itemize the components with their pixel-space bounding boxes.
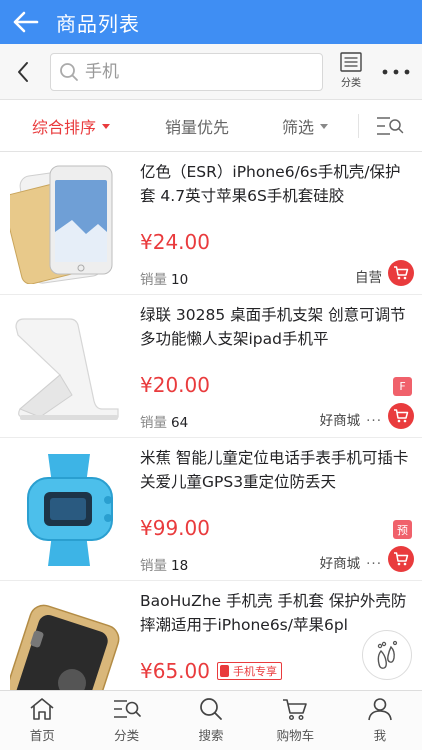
sales-label: 销量 [140,415,167,431]
sales-count: 10 [171,272,189,288]
caret-down-icon [102,123,111,129]
sort-composite-label: 综合排序 [32,118,97,137]
filter-button[interactable]: 筛选 [282,100,329,152]
sales-count: 64 [171,415,189,431]
shop-name: 自营 [355,266,382,286]
footprint-button[interactable] [362,630,412,680]
product-item[interactable]: BaoHuZhe 手机壳 手机套 保护外壳防摔潮适用于iPhone6s/苹果6p… [0,581,422,690]
sales-count: 18 [171,558,189,574]
presale-badge: 预 [393,520,412,539]
user-icon [368,698,392,721]
cart-icon [394,266,409,280]
category-icon [113,700,141,718]
caret-down-icon [320,123,329,129]
product-item[interactable]: 亿色（ESR）iPhone6/6s手机壳/保护套 4.7英寸苹果6S手机套硅胶 … [0,152,422,295]
cart-icon [394,552,409,566]
product-item[interactable]: 米蕉 智能儿童定位电话手表手机可插卡关爱儿童GPS3重定位防丢天 ¥99.00 … [0,438,422,581]
product-name[interactable]: 绿联 30285 桌面手机支架 创意可调节多功能懒人支架ipad手机平 [140,303,412,351]
more-dots-icon[interactable]: ··· [366,413,382,429]
product-price: ¥24.00 [140,230,210,254]
back-button[interactable] [0,0,50,44]
category-button[interactable]: 分类 [334,52,368,94]
more-dots-icon [382,69,410,75]
tab-search[interactable]: 搜索 [169,691,253,750]
tab-label: 我 [373,728,387,743]
tab-label: 搜索 [198,728,224,743]
tab-label: 购物车 [276,728,315,743]
home-icon [30,698,54,720]
tag-badge: F [393,377,412,396]
product-sales: 销量 10 [140,268,188,288]
phone-icon [220,665,229,677]
tab-me[interactable]: 我 [338,691,422,750]
product-price: ¥65.00 [140,659,210,683]
gold-phone-case-image [0,591,124,690]
shop-name[interactable]: 好商城 ··· [320,409,382,429]
search-box[interactable] [50,53,323,91]
shop-label: 好商城 [319,556,361,572]
product-price: ¥20.00 [140,373,210,397]
cart-icon [283,699,308,721]
list-view-toggle[interactable] [374,112,406,140]
product-name[interactable]: 亿色（ESR）iPhone6/6s手机壳/保护套 4.7英寸苹果6S手机套硅胶 [140,160,412,208]
divider [358,114,359,138]
search-icon [60,63,78,81]
filter-label: 筛选 [282,118,315,137]
product-list: 亿色（ESR）iPhone6/6s手机壳/保护套 4.7英寸苹果6S手机套硅胶 … [0,152,422,690]
sort-composite[interactable]: 综合排序 [32,100,111,152]
search-input[interactable] [85,62,305,82]
sales-label: 销量 [140,558,167,574]
tab-cart[interactable]: 购物车 [253,691,337,750]
kids-watch-image [10,448,124,570]
arrow-left-icon [13,11,39,33]
product-sales: 销量 18 [140,554,188,574]
search-bar: 分类 [0,44,422,100]
more-dots-icon[interactable]: ··· [366,556,382,572]
shop-name[interactable]: 好商城 ··· [320,552,382,572]
product-name[interactable]: 米蕉 智能儿童定位电话手表手机可插卡关爱儿童GPS3重定位防丢天 [140,446,412,494]
search-icon [200,698,222,720]
tab-label: 首页 [29,728,55,743]
product-name[interactable]: BaoHuZhe 手机壳 手机套 保护外壳防摔潮适用于iPhone6s/苹果6p… [140,589,412,637]
bottom-tab-bar: 首页 分类 搜索 购物车 我 [0,690,422,750]
shop-label: 自营 [355,270,382,286]
sort-sales-first[interactable]: 销量优先 [165,100,229,152]
app-bar: 商品列表 [0,0,422,44]
product-item[interactable]: 绿联 30285 桌面手机支架 创意可调节多功能懒人支架ipad手机平 ¥20.… [0,295,422,438]
product-price: ¥99.00 [140,516,210,540]
sales-label: 销量 [140,272,167,288]
tab-category[interactable]: 分类 [84,691,168,750]
cart-icon [394,409,409,423]
add-to-cart-button[interactable] [388,260,414,286]
product-sales: 销量 64 [140,411,188,431]
phone-stand-image [10,305,124,427]
tab-home[interactable]: 首页 [0,691,84,750]
more-button[interactable] [378,58,414,86]
add-to-cart-button[interactable] [388,403,414,429]
sort-bar: 综合排序 销量优先 筛选 [0,100,422,152]
sort-sales-label: 销量优先 [165,118,230,137]
tab-label: 分类 [114,728,140,743]
mobile-exclusive-badge: 手机专享 [217,662,282,680]
list-icon [340,52,362,72]
clear-phone-case-image [3,162,124,285]
footprint-icon [377,640,398,669]
add-to-cart-button[interactable] [388,546,414,572]
page-title: 商品列表 [56,11,140,36]
category-label: 分类 [341,78,361,89]
shop-label: 好商城 [319,413,361,429]
nav-back-button[interactable] [8,56,38,88]
chevron-left-icon [18,62,28,82]
mobile-exclusive-label: 手机专享 [233,665,277,678]
list-search-icon [377,117,404,135]
